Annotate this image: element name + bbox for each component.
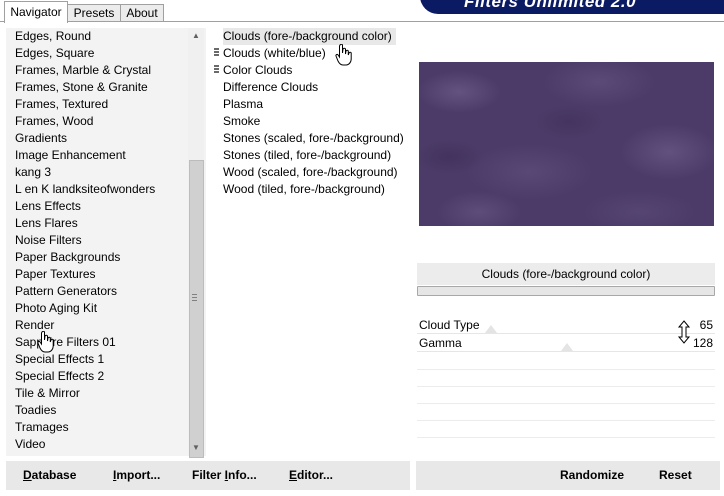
category-item[interactable]: Tile & Mirror [15, 385, 80, 402]
slider-knob[interactable] [561, 343, 573, 351]
filter-item[interactable]: Smoke [223, 113, 264, 130]
database-button[interactable]: Database [23, 468, 76, 483]
filter-info-button[interactable]: Filter Info... [192, 468, 257, 483]
import-button[interactable]: Import... [113, 468, 160, 483]
category-item[interactable]: Special Effects 1 [15, 351, 104, 368]
category-list: Edges, Round Edges, Square Frames, Marble … [6, 28, 206, 456]
category-item[interactable]: Frames, Stone & Granite [15, 79, 148, 96]
drag-handle-icon [214, 65, 219, 76]
category-item[interactable]: kang 3 [15, 164, 51, 181]
banner-title: Filters Unlimited 2.0 [464, 0, 637, 11]
filter-item[interactable]: Clouds (white/blue) [223, 45, 330, 62]
filter-item[interactable]: Plasma [223, 96, 267, 113]
scroll-down-icon[interactable]: ▼ [188, 440, 204, 456]
category-item[interactable]: Lens Effects [15, 198, 81, 215]
category-item[interactable]: Paper Textures [15, 266, 96, 283]
category-item[interactable]: Frames, Wood [15, 113, 93, 130]
empty-param-row [417, 386, 715, 387]
resize-cursor-icon [677, 320, 691, 344]
empty-param-row [417, 369, 715, 370]
empty-param-row [417, 403, 715, 404]
param-row-cloud-type[interactable]: Cloud Type 65 [417, 317, 715, 334]
randomize-button[interactable]: Randomize [560, 468, 624, 483]
param-value: 65 [699, 318, 713, 332]
filter-item[interactable]: Stones (scaled, fore-/background) [223, 130, 408, 147]
bottom-toolbar-right: Randomize Reset [416, 461, 720, 490]
tab-about[interactable]: About [120, 4, 164, 22]
category-item[interactable]: Special Effects 2 [15, 368, 104, 385]
category-item[interactable]: L en K landksiteofwonders [15, 181, 155, 198]
category-item[interactable]: Photo Aging Kit [15, 300, 97, 317]
category-item[interactable]: Gradients [15, 130, 67, 147]
slider-knob[interactable] [485, 325, 497, 333]
param-label: Cloud Type [419, 318, 480, 332]
filter-list: Clouds (fore-/background color) Clouds (w… [212, 28, 410, 456]
category-item[interactable]: Toadies [15, 402, 56, 419]
hand-cursor-icon [335, 44, 352, 66]
category-item[interactable]: Frames, Marble & Crystal [15, 62, 151, 79]
filter-title: Clouds (fore-/background color) [481, 267, 651, 281]
param-row-gamma[interactable]: Gamma 128 [417, 335, 715, 352]
grip-icon [192, 294, 197, 303]
preview-image [419, 62, 714, 226]
category-item[interactable]: Sapphire Filters 01 [15, 334, 116, 351]
category-item[interactable]: Edges, Round [15, 28, 91, 45]
category-item[interactable]: Lens Flares [15, 215, 78, 232]
category-item[interactable]: Tramages [15, 419, 69, 436]
filter-item[interactable]: Wood (scaled, fore-/background) [223, 164, 402, 181]
hand-cursor-icon [37, 331, 54, 353]
scroll-up-icon[interactable]: ▲ [188, 28, 204, 44]
param-value: 128 [692, 336, 713, 350]
category-item[interactable]: Video [15, 436, 45, 453]
category-item[interactable]: Edges, Square [15, 45, 94, 62]
app-banner: Filters Unlimited 2.0 [420, 0, 724, 14]
filter-item[interactable]: Wood (tiled, fore-/background) [223, 181, 389, 198]
category-item[interactable]: Paper Backgrounds [15, 249, 120, 266]
empty-param-row [417, 437, 715, 438]
filter-title-bar: Clouds (fore-/background color) [417, 262, 715, 285]
progress-bar [417, 286, 715, 296]
bottom-toolbar-left: Database Import... Filter Info... Editor… [6, 461, 410, 490]
tab-divider [0, 21, 724, 22]
param-label: Gamma [419, 336, 462, 350]
reset-button[interactable]: Reset [659, 468, 692, 483]
tab-presets[interactable]: Presets [67, 4, 121, 22]
filter-item[interactable]: Color Clouds [223, 62, 296, 79]
category-scrollbar[interactable]: ▲ ▼ [188, 28, 204, 458]
empty-param-row [417, 420, 715, 421]
category-item[interactable]: Pattern Generators [15, 283, 117, 300]
filter-item[interactable]: Stones (tiled, fore-/background) [223, 147, 395, 164]
category-item[interactable]: Frames, Textured [15, 96, 108, 113]
drag-handle-icon [214, 48, 219, 59]
filter-item[interactable]: Difference Clouds [223, 79, 322, 96]
filter-item-selected[interactable]: Clouds (fore-/background color) [223, 28, 396, 45]
category-item[interactable]: Noise Filters [15, 232, 82, 249]
editor-button[interactable]: Editor... [289, 468, 333, 483]
tab-navigator[interactable]: Navigator [4, 1, 68, 23]
category-item[interactable]: Image Enhancement [15, 147, 126, 164]
scrollbar-thumb[interactable] [189, 160, 204, 458]
